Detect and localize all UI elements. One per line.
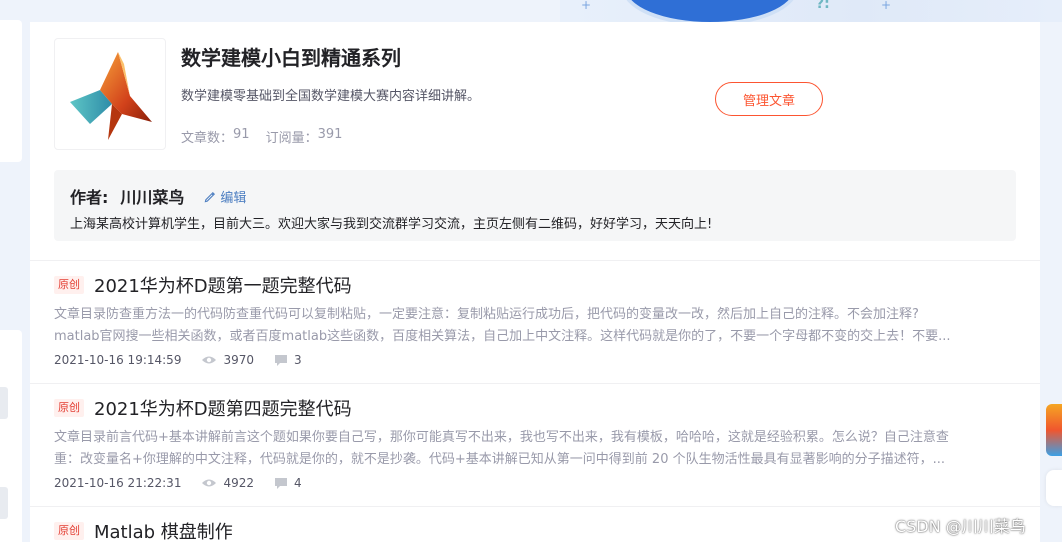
author-label: 作者:: [70, 188, 109, 207]
original-tag: 原创: [54, 522, 84, 540]
article-summary-line: matlab官网搜一些相关函数，或者百度matlab这些函数，百度相关算法，自己…: [54, 329, 951, 344]
column-main-panel: 数学建模小白到精通系列 数学建模零基础到全国数学建模大赛内容详细讲解。 文章数：…: [30, 22, 1040, 542]
article-item[interactable]: 原创 Matlab 棋盘制作: [30, 507, 1040, 542]
article-count-value: 91: [233, 127, 250, 142]
article-title-row: 原创 Matlab 棋盘制作: [54, 519, 1016, 542]
sparkle-icon: +: [581, 0, 592, 12]
floating-promo-badge[interactable]: [1046, 404, 1062, 456]
article-summary-line: 文章目录前言代码+基本讲解前言这个题如果你要自己写，那你可能真写不出来，我也写不…: [54, 430, 949, 445]
article-summary: 文章目录前言代码+基本讲解前言这个题如果你要自己写，那你可能真写不出来，我也写不…: [54, 427, 1016, 471]
view-count-value: 4922: [223, 476, 254, 490]
article-date: 2021-10-16 19:14:59: [54, 353, 182, 367]
matlab-logo-icon: [70, 52, 152, 140]
floating-toolbar-button[interactable]: [1046, 470, 1062, 506]
sparkle-icon: +: [881, 0, 892, 12]
manage-articles-button[interactable]: 管理文章: [715, 82, 823, 116]
original-tag: 原创: [54, 276, 84, 294]
column-description: 数学建模零基础到全国数学建模大赛内容详细讲解。: [181, 89, 481, 104]
subscriber-count-label: 订阅量：: [265, 131, 318, 146]
article-meta: 2021-10-16 21:22:31 4922 4: [54, 476, 1016, 490]
original-tag: 原创: [54, 399, 84, 417]
comment-count-value: 4: [294, 476, 302, 490]
edit-author-link[interactable]: 编辑: [204, 187, 246, 206]
article-item[interactable]: 原创 2021华为杯D题第一题完整代码 文章目录防查重方法一的代码防查重代码可以…: [30, 261, 1040, 384]
article-title-row: 原创 2021华为杯D题第四题完整代码: [54, 396, 1016, 420]
left-sidebar-tab[interactable]: [0, 487, 8, 519]
article-summary-line: 重：改变量名+你理解的中文注释，代码就是你的，就不是抄袭。代码+基本讲解已知从第…: [54, 452, 945, 467]
article-meta: 2021-10-16 19:14:59 3970 3: [54, 353, 1016, 367]
comment-icon: [275, 477, 287, 489]
article-title[interactable]: Matlab 棋盘制作: [94, 518, 233, 542]
column-cover: [54, 38, 166, 150]
subscriber-count-value: 391: [317, 127, 343, 142]
article-title[interactable]: 2021华为杯D题第一题完整代码: [94, 272, 352, 298]
article-title[interactable]: 2021华为杯D题第四题完整代码: [94, 395, 352, 421]
question-mark-icon: ?:: [816, 0, 830, 12]
view-count: 4922: [201, 476, 254, 490]
article-summary: 文章目录防查重方法一的代码防查重代码可以复制粘贴，一定要注意：复制粘贴运行成功后…: [54, 304, 1016, 348]
article-count-stat: 文章数： 91: [181, 127, 250, 146]
subscriber-count-stat: 订阅量： 391: [266, 127, 343, 146]
author-name[interactable]: 川川菜鸟: [120, 184, 184, 208]
article-summary-line: 文章目录防查重方法一的代码防查重代码可以复制粘贴，一定要注意：复制粘贴运行成功后…: [54, 307, 919, 322]
column-header: 数学建模小白到精通系列 数学建模零基础到全国数学建模大赛内容详细讲解。 文章数：…: [30, 22, 1040, 261]
comment-count: 3: [274, 353, 302, 367]
view-count-value: 3970: [223, 353, 254, 367]
csdn-watermark: CSDN @川川菜鸟: [895, 517, 1026, 536]
left-sidebar-tab[interactable]: [0, 387, 8, 419]
pencil-icon: [205, 191, 216, 202]
comment-count-value: 3: [294, 353, 302, 367]
view-count: 3970: [201, 353, 254, 367]
author-info-box: 作者: 川川菜鸟 编辑 上海某高校计算机学生，目前大三。欢迎大家与我到交流群学习…: [54, 170, 1016, 241]
column-title: 数学建模小白到精通系列: [181, 46, 401, 70]
article-item[interactable]: 原创 2021华为杯D题第四题完整代码 文章目录前言代码+基本讲解前言这个题如果…: [30, 384, 1040, 507]
article-date: 2021-10-16 21:22:31: [54, 476, 182, 490]
article-title-row: 原创 2021华为杯D题第一题完整代码: [54, 273, 1016, 297]
author-line: 作者: 川川菜鸟 编辑: [70, 184, 1000, 208]
comment-icon: [275, 354, 287, 366]
left-sidebar-panel: [0, 20, 22, 162]
edit-label: 编辑: [220, 190, 247, 206]
eye-icon: [202, 356, 217, 364]
eye-icon: [202, 479, 217, 487]
author-bio: 上海某高校计算机学生，目前大三。欢迎大家与我到交流群学习交流，主页左侧有二维码，…: [70, 217, 713, 232]
comment-count: 4: [274, 476, 302, 490]
column-stats: 文章数： 91 订阅量： 391: [181, 127, 342, 146]
article-count-label: 文章数：: [181, 131, 234, 146]
